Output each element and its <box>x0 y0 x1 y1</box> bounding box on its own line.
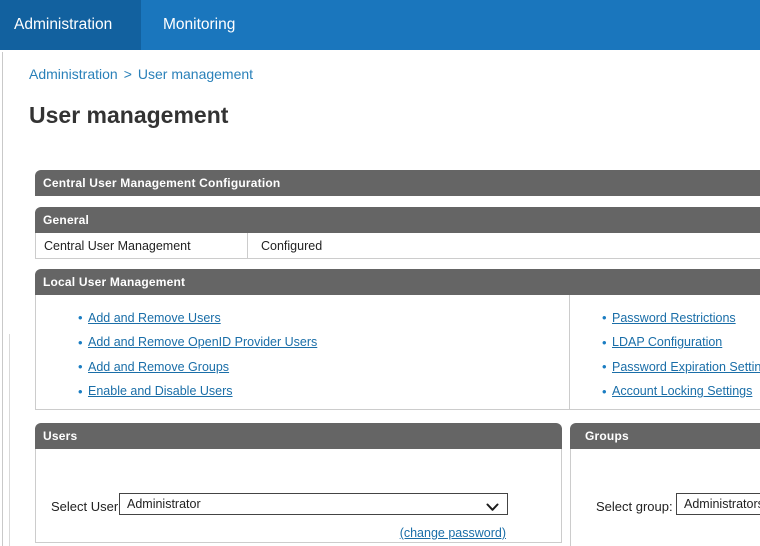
link-add-remove-groups[interactable]: Add and Remove Groups <box>88 360 229 374</box>
bullet-icon: • <box>78 383 83 399</box>
tab-monitoring[interactable]: Monitoring <box>141 0 271 50</box>
section-header-users: Users <box>35 423 562 449</box>
general-row-label: Central User Management <box>36 233 248 258</box>
tab-administration-label: Administration <box>14 16 113 33</box>
page-title: User management <box>29 102 229 128</box>
groups-panel-body: Select group: Administrators <box>570 449 760 546</box>
select-user-label: Select User: <box>51 499 122 514</box>
list-item: • Add and Remove OpenID Provider Users <box>78 334 569 350</box>
tab-monitoring-label: Monitoring <box>163 16 236 33</box>
local-user-management-panel: • Add and Remove Users • Add and Remove Op… <box>35 295 760 410</box>
general-row-value: Configured <box>261 238 323 253</box>
users-panel-body: Select User: Administrator (change passw… <box>35 449 562 543</box>
bullet-icon: • <box>78 359 83 374</box>
breadcrumb-link-administration[interactable]: Administration <box>29 66 118 82</box>
link-enable-disable-users[interactable]: Enable and Disable Users <box>88 384 233 398</box>
list-item: • Enable and Disable Users <box>78 383 569 399</box>
bullet-icon: • <box>78 310 83 325</box>
group-select[interactable]: Administrators <box>676 493 760 515</box>
bullet-icon: • <box>602 334 607 350</box>
section-header-local-user-management: Local User Management <box>35 269 760 295</box>
link-password-expiration-settings[interactable]: Password Expiration Settings <box>612 360 760 374</box>
top-nav-bar: Administration Monitoring <box>0 0 760 50</box>
chevron-down-icon <box>486 501 499 515</box>
list-item: • Password Restrictions <box>602 310 760 325</box>
breadcrumb: Administration > User management <box>29 66 253 82</box>
change-password-link[interactable]: (change password) <box>400 526 506 540</box>
page-left-border <box>2 52 3 546</box>
inner-left-border <box>9 334 10 546</box>
user-select-value: Administrator <box>127 497 201 511</box>
select-group-label: Select group: <box>596 499 673 514</box>
list-item: • Account Locking Settings <box>602 383 760 399</box>
section-header-general: General <box>35 207 760 233</box>
local-links-right-list: • Password Restrictions • LDAP Configurati… <box>570 295 760 399</box>
bullet-icon: • <box>602 359 607 374</box>
group-select-value: Administrators <box>684 497 760 511</box>
link-ldap-configuration[interactable]: LDAP Configuration <box>612 335 722 349</box>
bullet-icon: • <box>602 310 607 325</box>
local-links-right-column: • Password Restrictions • LDAP Configurati… <box>570 295 760 409</box>
bullet-icon: • <box>78 334 83 350</box>
section-header-central-user-management-configuration: Central User Management Configuration <box>35 170 760 196</box>
local-links-left-column: • Add and Remove Users • Add and Remove Op… <box>36 295 570 409</box>
breadcrumb-link-user-management[interactable]: User management <box>138 66 253 82</box>
link-password-restrictions[interactable]: Password Restrictions <box>612 311 736 325</box>
local-links-left-list: • Add and Remove Users • Add and Remove Op… <box>36 295 569 399</box>
link-account-locking-settings[interactable]: Account Locking Settings <box>612 384 752 398</box>
list-item: • Add and Remove Users <box>78 310 569 325</box>
user-select[interactable]: Administrator <box>119 493 508 515</box>
list-item: • Add and Remove Groups <box>78 359 569 374</box>
tab-administration[interactable]: Administration <box>0 0 141 50</box>
section-header-groups: Groups <box>570 423 760 449</box>
bullet-icon: • <box>602 383 607 399</box>
general-table-row: Central User Management Configured <box>35 233 760 259</box>
link-add-remove-users[interactable]: Add and Remove Users <box>88 311 221 325</box>
list-item: • Password Expiration Settings <box>602 359 760 374</box>
groups-panel: Groups Select group: Administrators <box>570 423 760 546</box>
breadcrumb-separator: > <box>123 66 132 82</box>
link-add-remove-openid-provider-users[interactable]: Add and Remove OpenID Provider Users <box>88 335 317 349</box>
list-item: • LDAP Configuration <box>602 334 760 350</box>
users-panel: Users Select User: Administrator (change… <box>35 423 562 543</box>
